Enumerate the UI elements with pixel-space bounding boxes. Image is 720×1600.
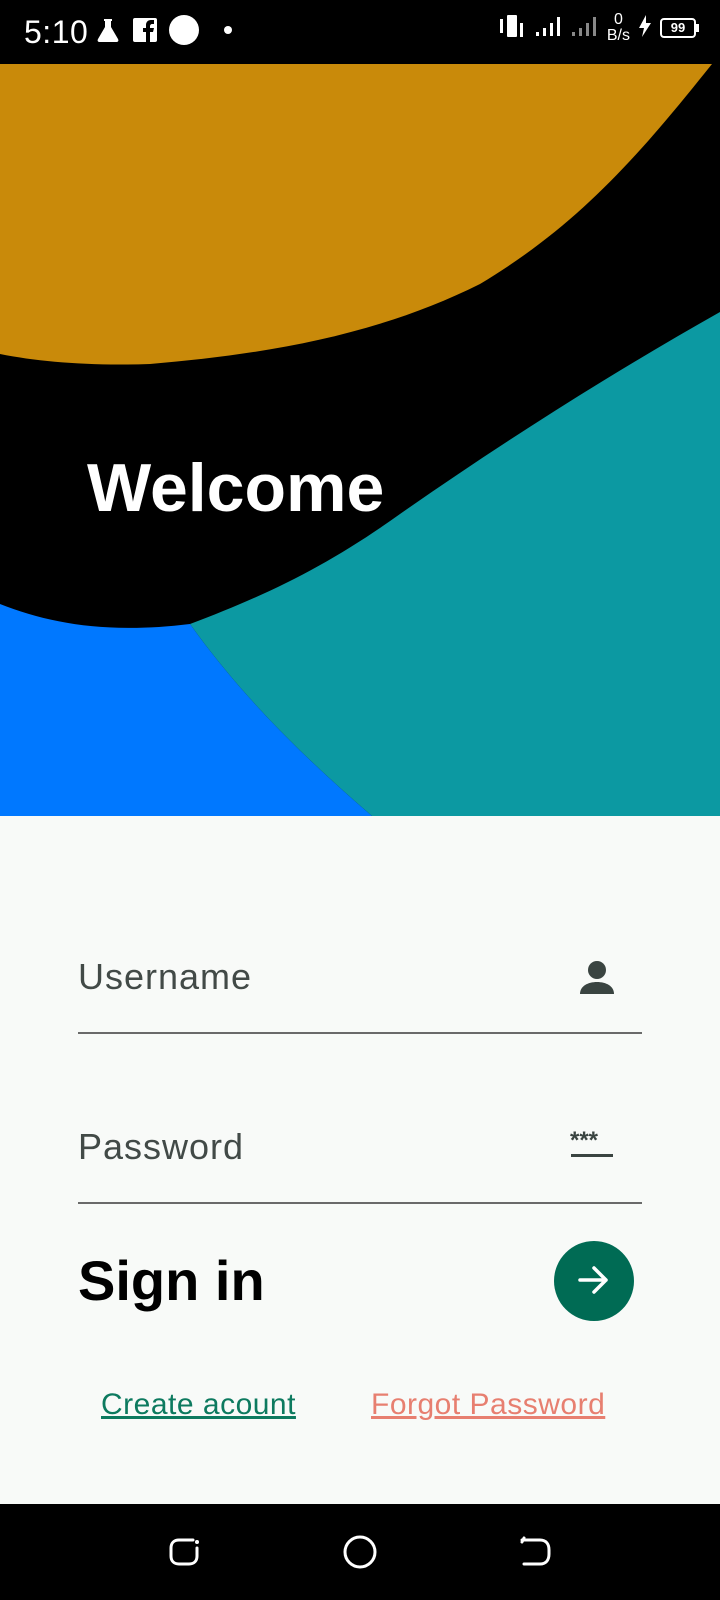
network-speed-value: 0: [613, 11, 623, 28]
sign-in-button[interactable]: [554, 1241, 634, 1321]
signal-weak-icon: [571, 14, 599, 43]
facebook-icon: [132, 17, 158, 48]
person-icon: [580, 960, 614, 1001]
recents-icon[interactable]: [167, 1534, 203, 1575]
signal-icon: [535, 14, 563, 43]
create-account-link[interactable]: Create acount: [101, 1388, 296, 1422]
circle-notification-icon: [168, 14, 200, 51]
password-field[interactable]: Password ***: [78, 1102, 642, 1204]
sign-in-heading: Sign in: [78, 1249, 265, 1312]
username-placeholder: Username: [78, 956, 253, 997]
vibrate-icon: [497, 13, 527, 44]
hero-banner: Welcome: [0, 64, 720, 816]
navigation-bar: [0, 1504, 720, 1600]
svg-text:***: ***: [570, 1130, 599, 1154]
network-speed-unit: B/s: [606, 27, 630, 44]
password-dots-icon: ***: [570, 1127, 614, 1163]
dot-icon: [210, 16, 240, 49]
username-field[interactable]: Username: [78, 932, 642, 1034]
charging-icon: [638, 14, 652, 43]
battery-icon: 99: [660, 18, 699, 38]
hero-background: [0, 64, 720, 816]
status-bar: 5:10 0 B/s 99: [0, 0, 720, 64]
forgot-password-link[interactable]: Forgot Password: [371, 1388, 605, 1422]
lab-flask-icon: [94, 16, 122, 49]
welcome-title: Welcome: [87, 450, 385, 526]
home-icon[interactable]: [342, 1534, 378, 1575]
network-speed: 0 B/s: [607, 12, 630, 44]
back-icon[interactable]: [518, 1534, 554, 1575]
status-time: 5:10: [24, 14, 89, 50]
arrow-right-icon: [574, 1260, 614, 1303]
password-placeholder: Password: [78, 1126, 245, 1167]
